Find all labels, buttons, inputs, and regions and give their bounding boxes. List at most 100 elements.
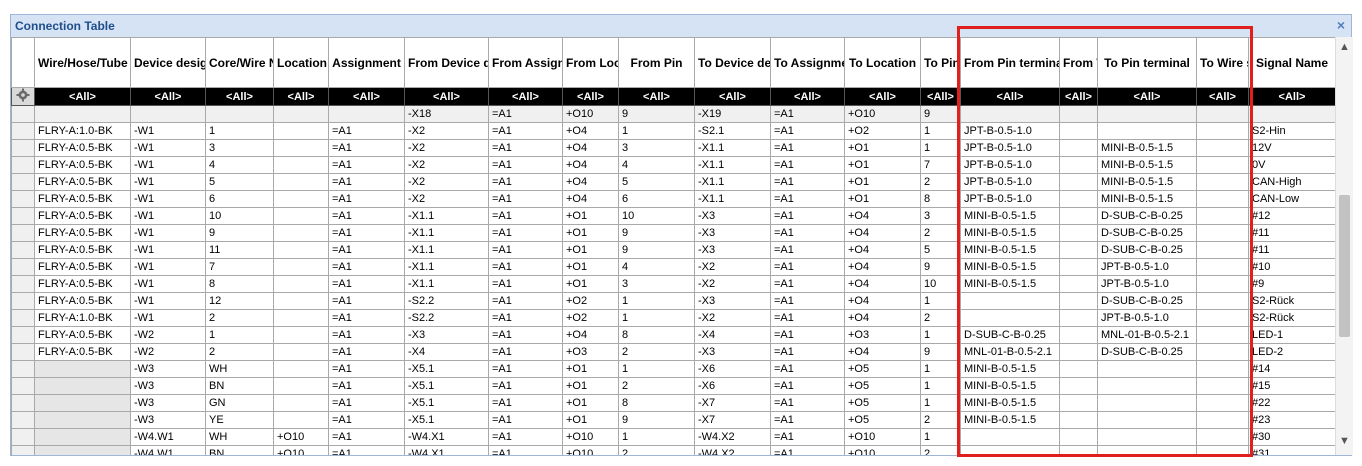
table-cell[interactable]: -X3 <box>694 343 771 361</box>
table-cell[interactable]: 2 <box>618 377 695 395</box>
row-selector[interactable] <box>11 411 35 429</box>
table-cell[interactable]: +O1 <box>562 377 619 395</box>
row-selector[interactable] <box>11 105 35 123</box>
table-row[interactable]: FLRY-A:0.5-BK -W1 9 =A1 -X1.1 =A1 +O1 9 -X3 =A1 +O… <box>11 224 1335 242</box>
table-cell[interactable]: 1 <box>618 309 695 327</box>
table-cell[interactable]: +O2 <box>562 309 619 327</box>
table-cell[interactable]: =A1 <box>770 275 845 293</box>
table-cell[interactable]: =A1 <box>488 190 563 208</box>
table-cell[interactable]: =A1 <box>488 360 563 378</box>
table-cell[interactable] <box>1196 309 1249 327</box>
table-cell[interactable]: =A1 <box>770 173 845 191</box>
table-cell[interactable] <box>960 428 1060 446</box>
table-cell[interactable] <box>1097 105 1197 123</box>
table-cell[interactable]: -X2 <box>694 275 771 293</box>
table-cell[interactable]: +O10 <box>844 445 921 455</box>
row-selector[interactable] <box>11 258 35 276</box>
table-cell[interactable]: 2 <box>920 173 961 191</box>
table-cell[interactable]: =A1 <box>770 360 845 378</box>
table-cell[interactable]: 3 <box>205 139 274 157</box>
table-row[interactable]: FLRY-A:0.5-BK -W1 7 =A1 -X1.1 =A1 +O1 4 -X2 =A1 +O… <box>11 258 1335 276</box>
table-cell[interactable]: -S2.2 <box>404 309 489 327</box>
table-cell[interactable]: -X1.1 <box>694 190 771 208</box>
gear-icon[interactable] <box>16 88 30 102</box>
table-cell[interactable]: =A1 <box>328 360 405 378</box>
table-cell[interactable]: MINI-B-0.5-1.5 <box>960 275 1060 293</box>
table-cell[interactable]: +O4 <box>562 122 619 140</box>
table-cell[interactable]: 8 <box>618 326 695 344</box>
table-cell[interactable]: +O2 <box>844 122 921 140</box>
table-cell[interactable] <box>1196 122 1249 140</box>
table-cell[interactable]: +O1 <box>562 207 619 225</box>
row-selector[interactable] <box>11 173 35 191</box>
table-row[interactable]: FLRY-A:0.5-BK -W1 12 =A1 -S2.2 =A1 +O2 1 -X3 =A1 +… <box>11 292 1335 310</box>
table-cell[interactable] <box>1196 377 1249 395</box>
table-cell[interactable]: 1 <box>920 360 961 378</box>
column-header[interactable]: From Location <box>562 37 619 88</box>
row-selector[interactable] <box>11 445 35 455</box>
table-cell[interactable]: -W1 <box>130 139 206 157</box>
table-cell[interactable] <box>1097 411 1197 429</box>
table-cell[interactable]: +O1 <box>562 224 619 242</box>
table-cell[interactable] <box>1059 275 1098 293</box>
table-cell[interactable]: -X3 <box>694 224 771 242</box>
table-cell[interactable]: =A1 <box>328 428 405 446</box>
table-cell[interactable]: =A1 <box>328 309 405 327</box>
row-selector[interactable] <box>11 207 35 225</box>
table-cell[interactable]: MINI-B-0.5-1.5 <box>1097 139 1197 157</box>
table-cell[interactable]: JPT-B-0.5-1.0 <box>1097 275 1197 293</box>
table-cell[interactable]: FLRY-A:0.5-BK <box>34 190 131 208</box>
table-cell[interactable] <box>273 190 329 208</box>
table-cell[interactable]: =A1 <box>328 377 405 395</box>
row-selector[interactable] <box>11 326 35 344</box>
table-cell[interactable]: FLRY-A:0.5-BK <box>34 173 131 191</box>
table-row[interactable]: -W3 WH =A1 -X5.1 =A1 +O1 1 -X6 =A1 +O5 1 MINI-B-0.5… <box>11 360 1335 378</box>
table-row[interactable]: FLRY-A:0.5-BK -W1 6 =A1 -X2 =A1 +O4 6 -X1.1 =A1 +O… <box>11 190 1335 208</box>
table-cell[interactable]: -W4.X2 <box>694 445 771 455</box>
table-cell[interactable]: #22 <box>1248 394 1335 412</box>
table-cell[interactable]: MINI-B-0.5-1.5 <box>960 241 1060 259</box>
table-cell[interactable]: 5 <box>205 173 274 191</box>
table-cell[interactable]: 9 <box>920 343 961 361</box>
table-cell[interactable]: -W1 <box>130 207 206 225</box>
table-cell[interactable] <box>273 326 329 344</box>
filter-cell[interactable]: <All> <box>844 87 921 106</box>
column-header[interactable]: Wire/Hose/Tube type <box>34 37 131 88</box>
table-cell[interactable]: 9 <box>618 241 695 259</box>
table-cell[interactable]: 1 <box>205 326 274 344</box>
table-cell[interactable]: -W1 <box>130 156 206 174</box>
table-cell[interactable]: 11 <box>205 241 274 259</box>
table-cell[interactable]: -X3 <box>404 326 489 344</box>
table-cell[interactable]: =A1 <box>328 173 405 191</box>
table-cell[interactable] <box>1196 258 1249 276</box>
table-cell[interactable] <box>273 292 329 310</box>
table-cell[interactable]: -X2 <box>404 190 489 208</box>
column-header[interactable]: Device designation <box>130 37 206 88</box>
row-selector[interactable] <box>11 428 35 446</box>
table-cell[interactable]: =A1 <box>328 445 405 455</box>
row-selector[interactable] <box>11 190 35 208</box>
table-cell[interactable]: FLRY-A:0.5-BK <box>34 292 131 310</box>
scroll-up-icon[interactable]: ▲ <box>1336 41 1353 57</box>
table-cell[interactable]: +O4 <box>844 343 921 361</box>
table-cell[interactable]: =A1 <box>488 292 563 310</box>
table-cell[interactable]: -W4.X1 <box>404 428 489 446</box>
table-cell[interactable]: 1 <box>920 122 961 140</box>
table-cell[interactable]: -X6 <box>694 377 771 395</box>
table-cell[interactable]: -X2 <box>694 258 771 276</box>
table-cell[interactable]: #11 <box>1248 241 1335 259</box>
table-cell[interactable]: -X1.1 <box>694 139 771 157</box>
table-cell[interactable]: =A1 <box>488 326 563 344</box>
table-cell[interactable]: -X7 <box>694 394 771 412</box>
table-cell[interactable]: +O10 <box>273 445 329 455</box>
table-cell[interactable] <box>273 377 329 395</box>
table-cell[interactable] <box>1196 241 1249 259</box>
table-cell[interactable]: -W1 <box>130 173 206 191</box>
column-header[interactable]: Location <box>273 37 329 88</box>
table-cell[interactable]: #14 <box>1248 360 1335 378</box>
table-cell[interactable]: D-SUB-C-B-0.25 <box>1097 207 1197 225</box>
table-cell[interactable]: 9 <box>618 224 695 242</box>
table-cell[interactable]: =A1 <box>770 241 845 259</box>
table-cell[interactable]: +O4 <box>844 292 921 310</box>
table-cell[interactable]: +O4 <box>844 309 921 327</box>
